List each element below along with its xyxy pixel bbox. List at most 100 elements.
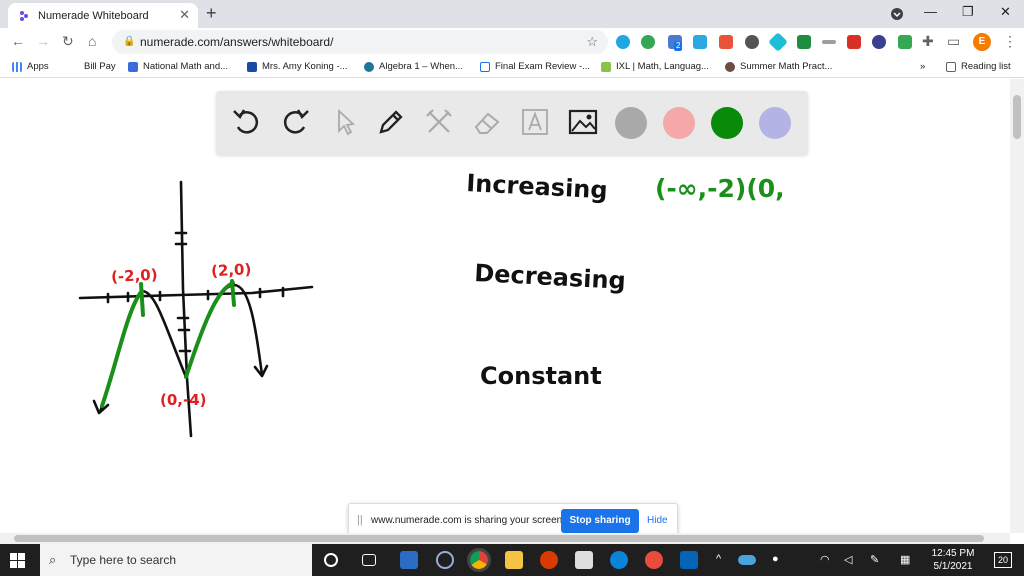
bookmark-label: Final Exam Review -... (495, 61, 591, 72)
decreasing-label: Decreasing (474, 259, 627, 295)
reading-list-icon (946, 61, 956, 72)
page-icon (480, 61, 490, 72)
extension-icon[interactable] (872, 35, 886, 49)
extension-icon[interactable] (719, 35, 733, 49)
lock-icon: 🔒 (123, 36, 136, 47)
sharing-message: www.numerade.com is sharing your screen. (371, 515, 565, 526)
extension-icon[interactable] (641, 35, 655, 49)
forward-icon[interactable]: → (36, 33, 50, 49)
back-icon[interactable]: ← (11, 33, 25, 49)
pen-tray-icon[interactable]: ✎ (870, 553, 879, 566)
bookmark-algebra-1[interactable]: Algebra 1 – When... (364, 61, 463, 72)
outlook-icon[interactable] (680, 551, 698, 569)
tab-close-icon[interactable]: ✕ (179, 7, 190, 23)
cast-icon[interactable]: ▭ (947, 33, 960, 50)
app-icon[interactable] (540, 551, 558, 569)
tab-search-icon[interactable] (890, 7, 904, 21)
app-icon[interactable] (400, 551, 418, 569)
extension-icon[interactable] (745, 35, 759, 49)
point-label: (0,-4) (160, 391, 207, 409)
app-icon[interactable] (645, 551, 663, 569)
bookmark-label: Mrs. Amy Koning -... (262, 61, 348, 72)
point-label: (-2,0) (111, 266, 158, 286)
bookmark-ixl[interactable]: IXL | Math, Languag... (601, 61, 709, 72)
wordpress-icon (364, 61, 374, 72)
scroll-thumb[interactable] (14, 535, 984, 542)
bookmark-label: Apps (27, 61, 49, 72)
extension-icon[interactable]: 2 (668, 35, 683, 51)
bookmark-label: National Math and... (143, 61, 229, 72)
task-view-icon[interactable] (362, 554, 376, 566)
tray-chevron-icon[interactable]: ^ (716, 553, 721, 565)
home-icon[interactable]: ⌂ (88, 33, 96, 49)
bookmark-final-exam[interactable]: Final Exam Review -... (480, 61, 590, 72)
file-explorer-icon[interactable] (505, 551, 523, 569)
new-tab-button[interactable]: + (206, 3, 217, 24)
minimize-button[interactable]: — (924, 4, 937, 19)
address-bar[interactable]: 🔒 numerade.com/answers/whiteboard/ ☆ (112, 30, 608, 54)
ixl-logo-icon (601, 61, 611, 72)
extension-icon[interactable] (822, 40, 836, 44)
extension-icon[interactable] (616, 35, 630, 49)
scroll-thumb[interactable] (1013, 95, 1021, 139)
bookmarks-bar: Apps Bill Pay National Math and... Mrs. … (0, 56, 1024, 78)
close-window-button[interactable]: ✕ (1000, 4, 1011, 20)
screen-sharing-bar: || www.numerade.com is sharing your scre… (348, 503, 678, 537)
keyboard-icon[interactable]: ▦ (900, 553, 910, 566)
bookmark-amy-koning[interactable]: Mrs. Amy Koning -... (247, 61, 348, 72)
pdf-extension-icon[interactable] (847, 35, 861, 49)
edge-icon[interactable] (610, 551, 628, 569)
reload-icon[interactable]: ↻ (62, 33, 74, 50)
cortana-icon[interactable] (324, 553, 338, 567)
horizontal-scrollbar[interactable] (0, 533, 1010, 544)
bookmark-star-icon[interactable]: ☆ (586, 30, 598, 54)
bookmark-bill-pay[interactable]: Bill Pay (84, 61, 116, 72)
onedrive-icon[interactable] (738, 555, 756, 565)
restore-button[interactable]: ❐ (962, 4, 974, 20)
bookmarks-overflow-button[interactable]: » (920, 61, 925, 72)
hide-button[interactable]: Hide (647, 515, 668, 526)
apps-grid-icon (12, 61, 22, 72)
x-logo-icon (128, 61, 138, 72)
windows-start-icon[interactable] (10, 553, 25, 568)
extension-icon[interactable] (898, 35, 912, 49)
chrome-icon[interactable] (467, 548, 491, 572)
taskbar-clock[interactable]: 12:45 PM 5/1/2021 (928, 547, 978, 573)
bookmark-label: Bill Pay (84, 61, 116, 72)
extension-icon[interactable] (768, 32, 788, 52)
extensions-puzzle-icon[interactable]: ✚ (922, 33, 934, 50)
wifi-icon[interactable]: ◠ (820, 553, 830, 566)
stop-sharing-button[interactable]: Stop sharing (561, 509, 639, 533)
extension-icon[interactable] (797, 35, 811, 49)
drag-handle-icon[interactable]: || (357, 514, 363, 526)
bookmark-summer-math[interactable]: Summer Math Pract... (725, 61, 832, 72)
bookmark-apps[interactable]: Apps (12, 61, 49, 72)
increasing-label: Increasing (466, 169, 609, 204)
reading-list-label: Reading list (961, 61, 1011, 72)
tab-title: Numerade Whiteboard (38, 9, 149, 22)
app-tray-icon[interactable]: ● (772, 553, 779, 565)
menu-dots-icon[interactable]: ⋮ (1003, 33, 1017, 50)
doc-icon (247, 61, 257, 72)
taskbar-search-input[interactable]: ⌕ Type here to search (40, 544, 312, 576)
profile-avatar[interactable]: E (973, 33, 991, 51)
app-icon[interactable] (436, 551, 454, 569)
bookmark-national-math[interactable]: National Math and... (128, 61, 228, 72)
screen: Numerade Whiteboard ✕ + — ❐ ✕ ← → ↻ ⌂ 🔒 … (0, 0, 1024, 576)
extension-icon[interactable] (693, 35, 707, 49)
whiteboard-canvas[interactable]: (-2,0) (2,0) (0,-4) Increasing (-∞,-2)(0… (0, 79, 1010, 533)
notification-center-button[interactable]: 20 (994, 552, 1012, 568)
clock-time: 12:45 PM (931, 548, 975, 559)
extension-badge: 2 (674, 41, 683, 51)
vertical-scrollbar[interactable] (1010, 79, 1024, 533)
constant-label: Constant (480, 362, 602, 390)
search-icon: ⌕ (49, 552, 57, 567)
increasing-interval: (-∞,-2)(0, (655, 174, 785, 203)
store-icon[interactable] (575, 551, 593, 569)
bookmark-label: IXL | Math, Languag... (616, 61, 709, 72)
numerade-favicon-icon (20, 10, 28, 21)
volume-icon[interactable]: ◁ (844, 553, 852, 566)
tab-numerade[interactable]: Numerade Whiteboard ✕ (8, 3, 198, 28)
windows-taskbar: ⌕ Type here to search ^ ● ◠ ◁ ✎ ▦ 12:45 … (0, 544, 1024, 576)
reading-list-button[interactable]: Reading list (946, 61, 1011, 72)
